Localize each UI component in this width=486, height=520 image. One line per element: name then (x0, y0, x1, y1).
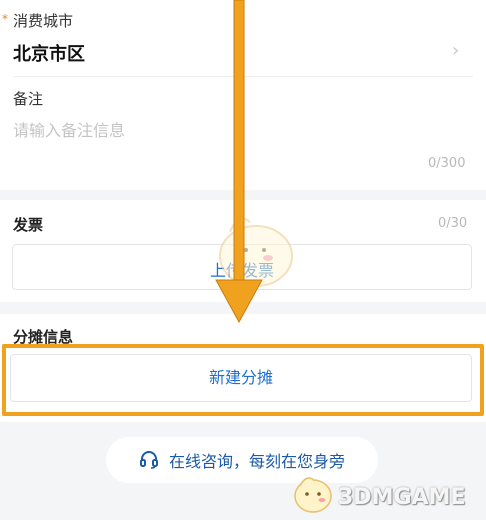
invoice-card: 发票 0/30 上传发票 (0, 200, 486, 302)
watermark-text: 3DMGAME (338, 485, 466, 510)
city-value[interactable]: 北京市区 (13, 40, 85, 66)
headset-icon (139, 451, 158, 469)
online-consult-label: 在线咨询，每刻在您身旁 (168, 452, 345, 471)
chevron-right-icon[interactable]: › (452, 40, 459, 61)
invoice-label: 发票 (13, 216, 44, 234)
note-input[interactable] (13, 115, 453, 145)
online-consult-button[interactable]: 在线咨询，每刻在您身旁 (106, 437, 378, 483)
city-label: 消费城市 (13, 12, 74, 30)
divider (13, 76, 473, 77)
invoice-count: 0/30 (438, 216, 468, 231)
mascot-logo-icon (294, 477, 332, 513)
upload-invoice-button[interactable]: 上传发票 (12, 244, 472, 290)
note-char-count: 0/300 (428, 156, 466, 171)
split-card: 分摊信息 新建分摊 (0, 314, 486, 422)
new-split-button[interactable]: 新建分摊 (10, 354, 472, 402)
note-label: 备注 (13, 90, 44, 108)
required-star-icon: * (2, 12, 8, 26)
form-card-top: * 消费城市 北京市区 › 备注 0/300 (0, 0, 486, 190)
upload-invoice-label: 上传发票 (209, 261, 274, 280)
